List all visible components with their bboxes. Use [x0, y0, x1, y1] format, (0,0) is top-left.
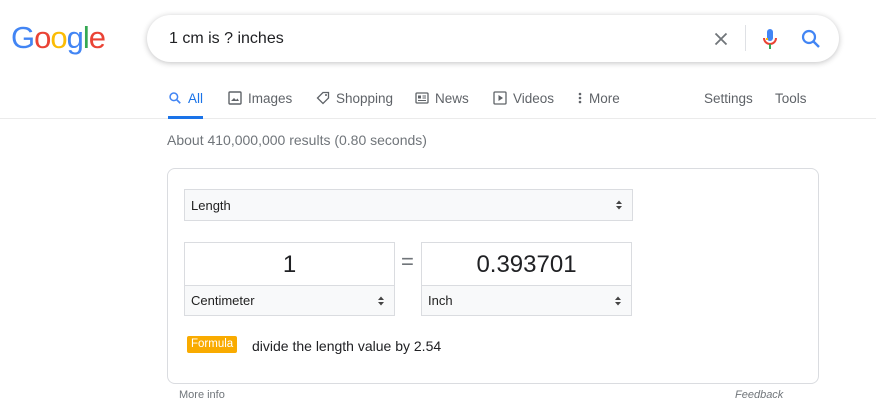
- tab-label: All: [188, 90, 204, 106]
- logo-letter: G: [11, 20, 35, 55]
- image-icon: [228, 91, 242, 105]
- tab-shopping[interactable]: Shopping: [316, 78, 393, 118]
- category-select[interactable]: Length: [184, 189, 633, 221]
- search-tabs: All Images Shopping News Videos More Set…: [0, 78, 876, 119]
- feedback-link[interactable]: Feedback: [735, 389, 783, 401]
- logo-letter: e: [88, 20, 106, 55]
- from-value-box: 1 Centimeter: [184, 242, 395, 316]
- select-arrows-icon: [614, 295, 622, 307]
- to-value-input[interactable]: 0.393701: [422, 251, 631, 279]
- more-info-link[interactable]: More info: [179, 389, 225, 401]
- formula-text: divide the length value by 2.54: [252, 338, 442, 354]
- tab-images[interactable]: Images: [228, 78, 292, 118]
- search-box-divider: [745, 25, 746, 51]
- tab-label: News: [435, 90, 469, 106]
- microphone-icon[interactable]: [759, 26, 781, 52]
- result-stats: About 410,000,000 results (0.80 seconds): [167, 132, 427, 148]
- tab-all[interactable]: All: [168, 78, 204, 119]
- to-unit-select[interactable]: Inch: [421, 285, 632, 316]
- tab-label: Images: [248, 90, 293, 106]
- search-input[interactable]: 1 cm is ? inches: [169, 29, 284, 49]
- more-vert-icon: [577, 91, 583, 105]
- select-arrows-icon: [615, 199, 623, 211]
- newspaper-icon: [415, 91, 429, 105]
- close-icon[interactable]: [710, 28, 732, 50]
- from-value-input[interactable]: 1: [185, 251, 394, 279]
- logo-letter: g: [66, 20, 84, 55]
- logo-letter: o: [34, 20, 51, 55]
- from-unit-select[interactable]: Centimeter: [184, 285, 395, 316]
- category-select-value: Length: [191, 197, 231, 213]
- select-arrows-icon: [377, 295, 385, 307]
- unit-converter-card: Length 1 Centimeter = 0.393701 Inch Form…: [167, 168, 819, 384]
- logo-letter: o: [50, 20, 67, 55]
- tab-label: Videos: [513, 90, 555, 106]
- tab-news[interactable]: News: [415, 78, 469, 118]
- formula-badge: Formula: [187, 336, 238, 353]
- tab-label: More: [589, 90, 620, 106]
- equals-sign: =: [401, 249, 414, 274]
- search-results-page: Google 1 cm is ? inches All Images Shopp…: [0, 0, 876, 416]
- google-logo[interactable]: Google: [11, 18, 106, 58]
- to-value-box: 0.393701 Inch: [421, 242, 632, 316]
- to-unit-value: Inch: [428, 293, 453, 308]
- play-icon: [493, 91, 507, 105]
- tab-label: Shopping: [336, 90, 394, 106]
- tab-videos[interactable]: Videos: [493, 78, 554, 118]
- tag-icon: [316, 91, 330, 105]
- active-tab-indicator: [168, 116, 204, 119]
- from-unit-value: Centimeter: [191, 293, 255, 308]
- tools-link[interactable]: Tools: [775, 78, 807, 118]
- tab-more[interactable]: More: [577, 78, 620, 118]
- search-icon: [168, 91, 182, 105]
- settings-link[interactable]: Settings: [704, 78, 753, 118]
- search-icon[interactable]: [799, 27, 823, 51]
- search-box: 1 cm is ? inches: [147, 15, 839, 62]
